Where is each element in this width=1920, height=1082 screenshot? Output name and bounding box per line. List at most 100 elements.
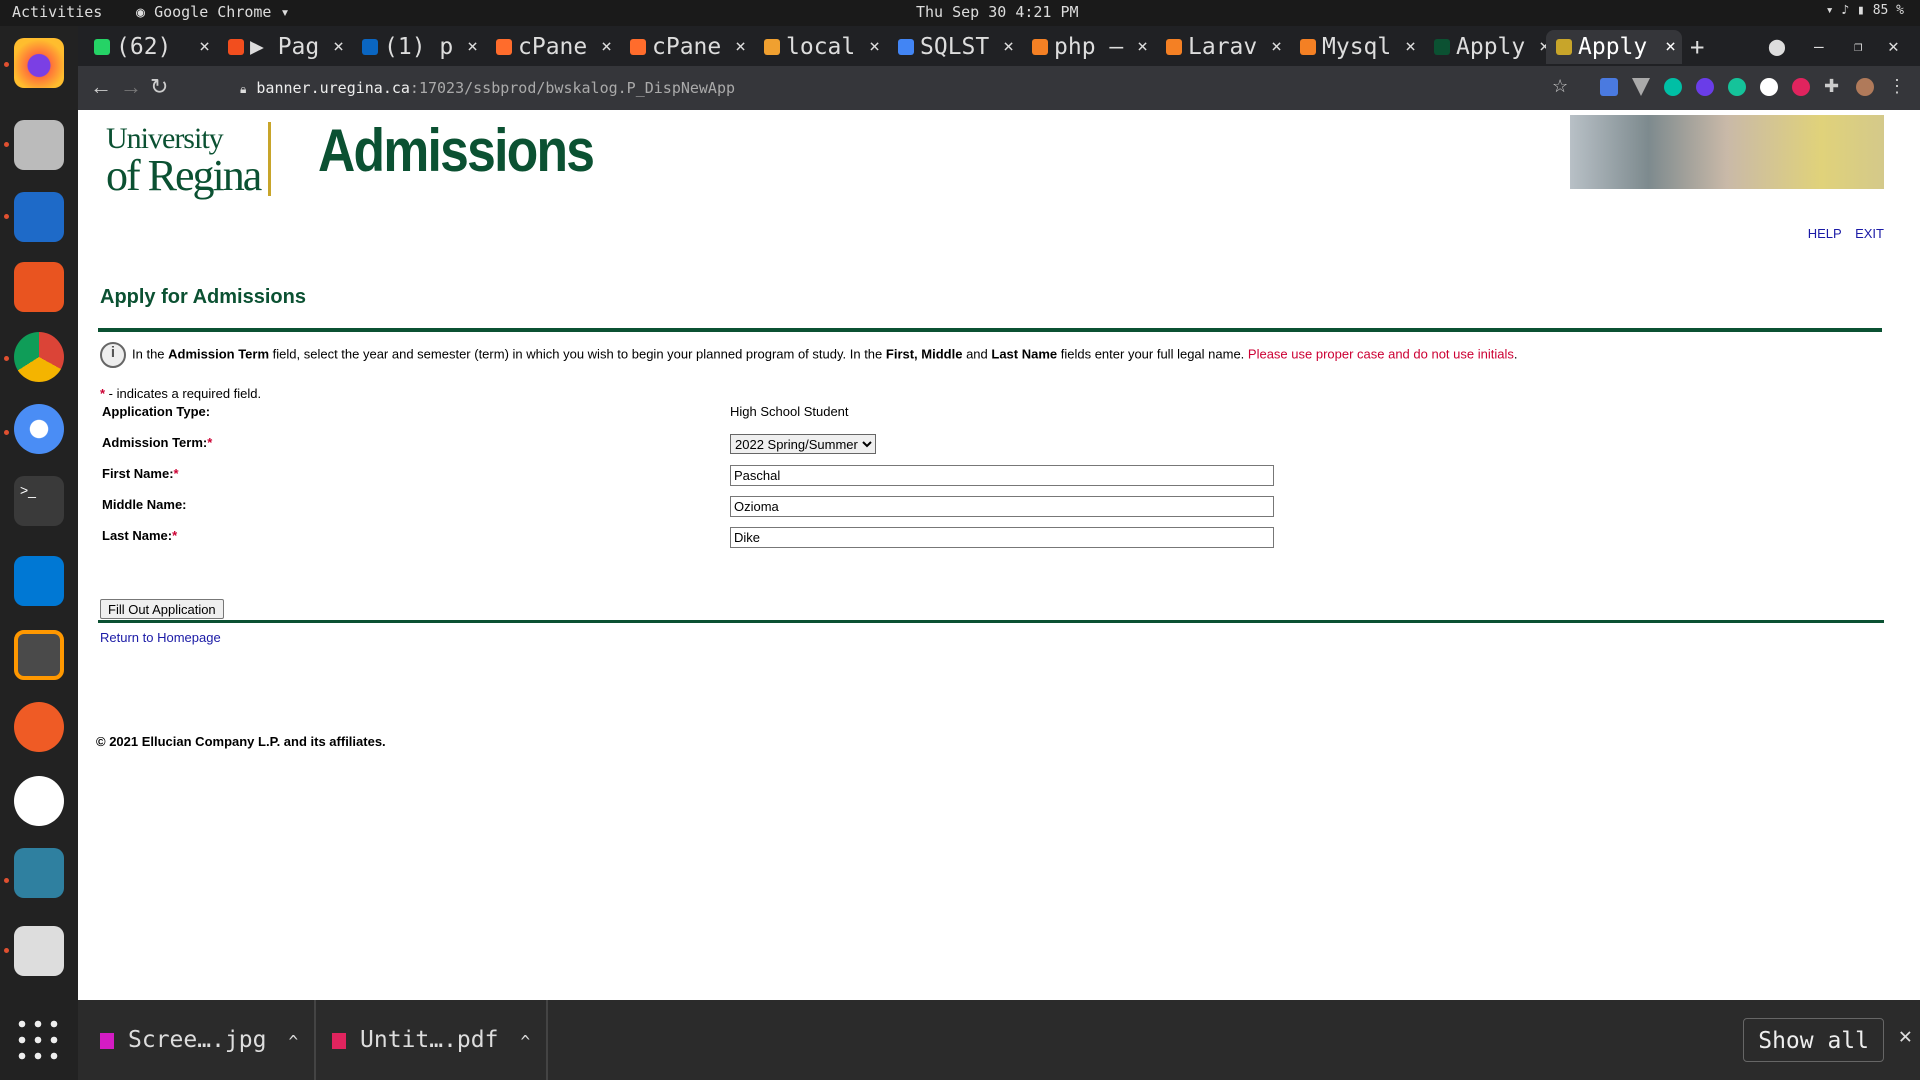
- running-indicator: [4, 214, 9, 219]
- dock: >_: [0, 26, 78, 1080]
- info-part: In the: [132, 346, 169, 362]
- minimize-icon[interactable]: –: [1814, 30, 1844, 64]
- tab-whatsapp[interactable]: (62) ×: [84, 30, 216, 64]
- download-separator: [546, 1000, 548, 1080]
- info-part: and: [962, 346, 992, 362]
- tab-search-icon[interactable]: ⬤: [1768, 30, 1798, 64]
- close-icon[interactable]: ×: [1271, 30, 1282, 64]
- help-link[interactable]: HELP: [1808, 226, 1842, 241]
- postman-icon[interactable]: [14, 702, 64, 752]
- logo-divider: [268, 122, 271, 196]
- back-icon[interactable]: ←: [90, 74, 112, 100]
- battery-level: 85 %: [1872, 3, 1904, 18]
- bookmark-star-icon[interactable]: ☆: [1552, 76, 1568, 97]
- info-part: field, select the year and semester (ter…: [269, 346, 886, 362]
- new-tab-button[interactable]: +: [1690, 30, 1720, 64]
- fill-out-application-button[interactable]: Fill Out Application: [100, 599, 224, 619]
- stackoverflow-icon: [1032, 39, 1048, 55]
- show-all-button[interactable]: Show all: [1743, 1018, 1884, 1062]
- tab-laravel[interactable]: Larav ×: [1156, 30, 1288, 64]
- close-icon[interactable]: ×: [1137, 30, 1148, 64]
- close-icon[interactable]: ×: [199, 30, 210, 64]
- download-item-pdf[interactable]: Untit….pdf ^: [332, 1000, 530, 1080]
- linkedin-icon: [362, 39, 378, 55]
- tab-php[interactable]: php – ×: [1022, 30, 1154, 64]
- university-logo[interactable]: University of Regina: [106, 122, 271, 198]
- close-icon[interactable]: ×: [601, 30, 612, 64]
- tab-label: php –: [1054, 34, 1124, 60]
- copyright: © 2021 Ellucian Company L.P. and its aff…: [96, 734, 386, 749]
- software-center-icon[interactable]: [14, 262, 64, 312]
- tab-sqlstate[interactable]: SQLST ×: [888, 30, 1020, 64]
- label-text: Last Name:: [102, 528, 173, 543]
- restore-icon[interactable]: ❐: [1854, 30, 1884, 64]
- tab-mysql[interactable]: Mysql ×: [1290, 30, 1422, 64]
- google-translate-icon[interactable]: [1600, 78, 1618, 96]
- admission-term-label: Admission Term:*: [102, 435, 212, 450]
- screenshot-viewer-icon[interactable]: [14, 926, 64, 976]
- exit-link[interactable]: EXIT: [1855, 226, 1884, 241]
- extension-red-icon[interactable]: [1792, 78, 1810, 96]
- tab-figma[interactable]: ▶ Pag ×: [218, 30, 350, 64]
- files-icon[interactable]: [14, 120, 64, 170]
- info-text: i In the Admission Term field, select the…: [100, 342, 1900, 368]
- menu-kebab-icon[interactable]: ⋮: [1888, 76, 1906, 97]
- page-title: Apply for Admissions: [100, 286, 306, 308]
- sublime-icon[interactable]: [14, 630, 64, 680]
- close-icon[interactable]: ✕: [1899, 1024, 1912, 1049]
- activities-button[interactable]: Activities: [12, 3, 102, 21]
- slack-icon[interactable]: [14, 776, 64, 826]
- close-icon[interactable]: ×: [869, 30, 880, 64]
- tab-localhost[interactable]: local ×: [754, 30, 886, 64]
- last-name-field[interactable]: [730, 527, 1274, 548]
- chrome-icon[interactable]: [14, 332, 64, 382]
- stackoverflow-icon: [1300, 39, 1316, 55]
- tab-label: local: [786, 34, 856, 60]
- battery-icon: ▮: [1857, 3, 1865, 18]
- app-menu[interactable]: ◉ Google Chrome ▾: [136, 3, 290, 21]
- tab-label: (62): [116, 34, 172, 60]
- admission-term-select[interactable]: 2022 Spring/Summer: [730, 434, 876, 454]
- window-close-icon[interactable]: ✕: [1888, 30, 1918, 64]
- forward-icon[interactable]: →: [120, 74, 142, 100]
- app-grid-icon[interactable]: [14, 1016, 64, 1066]
- middle-name-field[interactable]: [730, 496, 1274, 517]
- tab-apply-1[interactable]: Apply ×: [1424, 30, 1556, 64]
- extension-purple-icon[interactable]: [1696, 78, 1714, 96]
- firefox-icon[interactable]: [14, 38, 64, 88]
- web-page: University of Regina Admissions HELP EXI…: [78, 110, 1920, 1000]
- chevron-up-icon[interactable]: ^: [288, 1032, 298, 1051]
- system-tray[interactable]: ▾ ♪ ▮ 85 %: [1826, 3, 1904, 18]
- clock[interactable]: Thu Sep 30 4:21 PM: [916, 3, 1079, 21]
- writer-icon[interactable]: [14, 192, 64, 242]
- vscodium-icon[interactable]: [14, 848, 64, 898]
- address-bar[interactable]: 🔒︎ banner.uregina.ca:17023/ssbprod/bwskal…: [240, 72, 1644, 104]
- close-icon[interactable]: ×: [735, 30, 746, 64]
- tab-cpanel-1[interactable]: cPane ×: [486, 30, 618, 64]
- return-to-homepage-link[interactable]: Return to Homepage: [100, 630, 221, 645]
- volume-icon: ♪: [1841, 3, 1850, 18]
- close-icon[interactable]: ×: [1003, 30, 1014, 64]
- close-icon[interactable]: ×: [333, 30, 344, 64]
- chevron-up-icon[interactable]: ^: [520, 1032, 530, 1051]
- profile-avatar[interactable]: [1856, 78, 1874, 96]
- tab-cpanel-2[interactable]: cPane ×: [620, 30, 752, 64]
- close-icon[interactable]: ×: [467, 30, 478, 64]
- reload-icon[interactable]: ↻: [150, 74, 168, 100]
- terminal-icon[interactable]: >_: [14, 476, 64, 526]
- close-icon[interactable]: ×: [1665, 30, 1676, 64]
- grammarly-icon[interactable]: [1728, 78, 1746, 96]
- download-item-jpg[interactable]: Scree….jpg ^: [100, 1000, 298, 1080]
- vscode-icon[interactable]: [14, 556, 64, 606]
- tab-linkedin[interactable]: (1) p ×: [352, 30, 484, 64]
- lock-icon: 🔒︎: [240, 82, 247, 96]
- close-icon[interactable]: ×: [1405, 30, 1416, 64]
- chromium-icon[interactable]: [14, 404, 64, 454]
- os-top-bar: Activities ◉ Google Chrome ▾ Thu Sep 30 …: [0, 0, 1920, 26]
- first-name-field[interactable]: [730, 465, 1274, 486]
- tab-apply-active[interactable]: Apply ×: [1546, 30, 1682, 64]
- extensions-puzzle-icon[interactable]: ✚: [1824, 76, 1839, 97]
- title-divider: [98, 328, 1882, 332]
- extension-w-icon[interactable]: [1760, 78, 1778, 96]
- extension-m-icon[interactable]: [1664, 78, 1682, 96]
